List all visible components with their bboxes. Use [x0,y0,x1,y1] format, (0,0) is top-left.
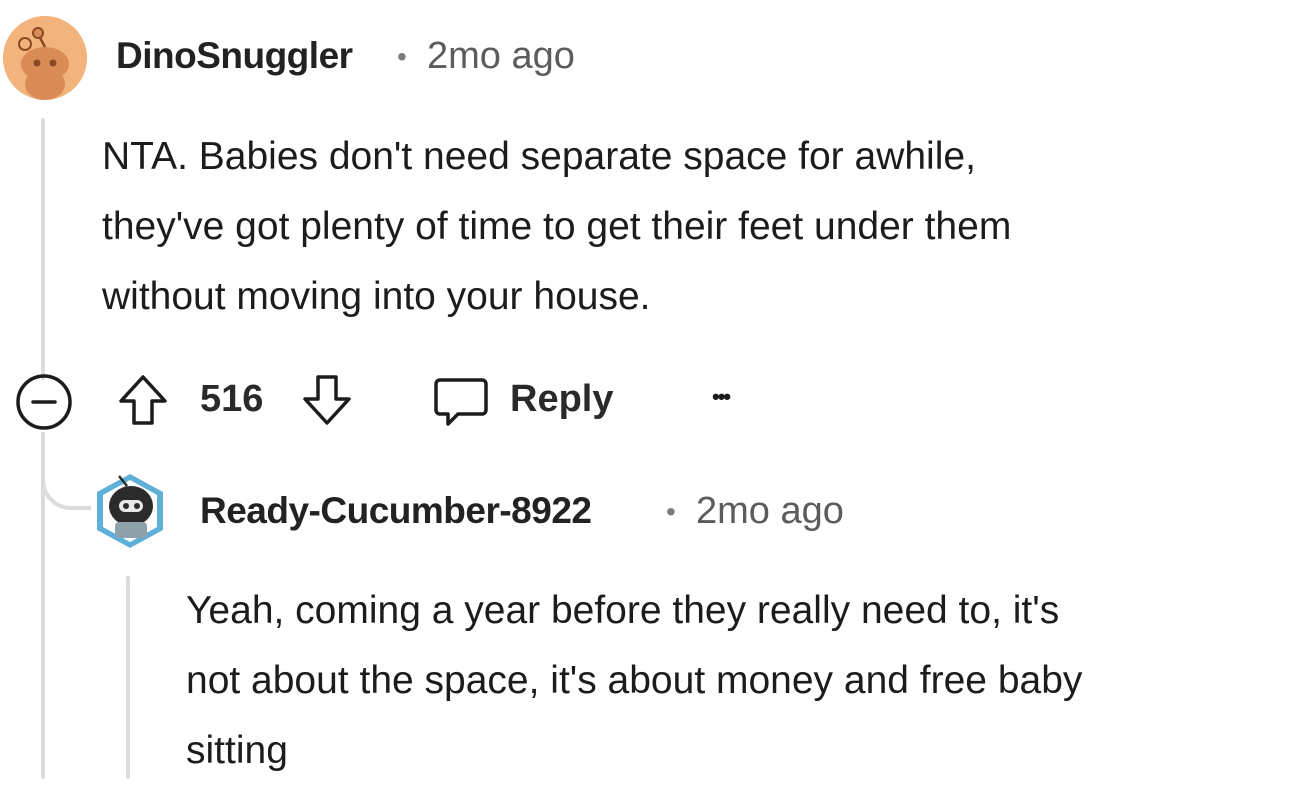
comment-timestamp: 2mo ago [427,35,575,77]
thread-line-reply [126,576,130,779]
downvote-arrow-icon [303,375,351,425]
minus-circle-icon [16,374,72,430]
vote-score: 516 [200,378,264,420]
comment-body-line: without moving into your house. [102,275,651,318]
comment-body-line: sitting [186,729,288,772]
downvote-button[interactable] [299,372,355,428]
comment-author[interactable]: Ready-Cucumber-8922 [200,490,592,532]
comment-body: NTA. Babies don't need separate space fo… [102,122,1011,332]
robot-avatar-icon [97,474,163,548]
snoo-avatar-icon [3,16,87,100]
upvote-button[interactable] [115,372,171,428]
meta-separator: • [666,496,676,527]
comment-body: Yeah, coming a year before they really n… [186,576,1082,786]
collapse-thread-button[interactable] [14,372,74,432]
comment-body-line: not about the space, it's about money an… [186,659,1083,702]
more-options-button[interactable]: ••• [712,384,731,410]
avatar-ready-cucumber[interactable] [93,468,167,552]
comment-body-line: NTA. Babies don't need separate space fo… [102,135,976,178]
upvote-arrow-icon [119,375,167,425]
thread-connector [41,432,91,510]
comment-timestamp: 2mo ago [696,490,844,532]
reply-button[interactable]: Reply [432,372,622,432]
avatar-dinosnuggler[interactable] [3,16,87,100]
ellipsis-icon: ••• [712,384,731,409]
thread-line-main [41,118,45,380]
comment-body-line: they've got plenty of time to get their … [102,205,1012,248]
meta-separator: • [397,41,407,72]
comment-body-line: Yeah, coming a year before they really n… [186,589,1060,632]
comment-author[interactable]: DinoSnuggler [116,35,353,77]
reply-label: Reply [510,378,614,420]
speech-bubble-icon [432,374,490,430]
